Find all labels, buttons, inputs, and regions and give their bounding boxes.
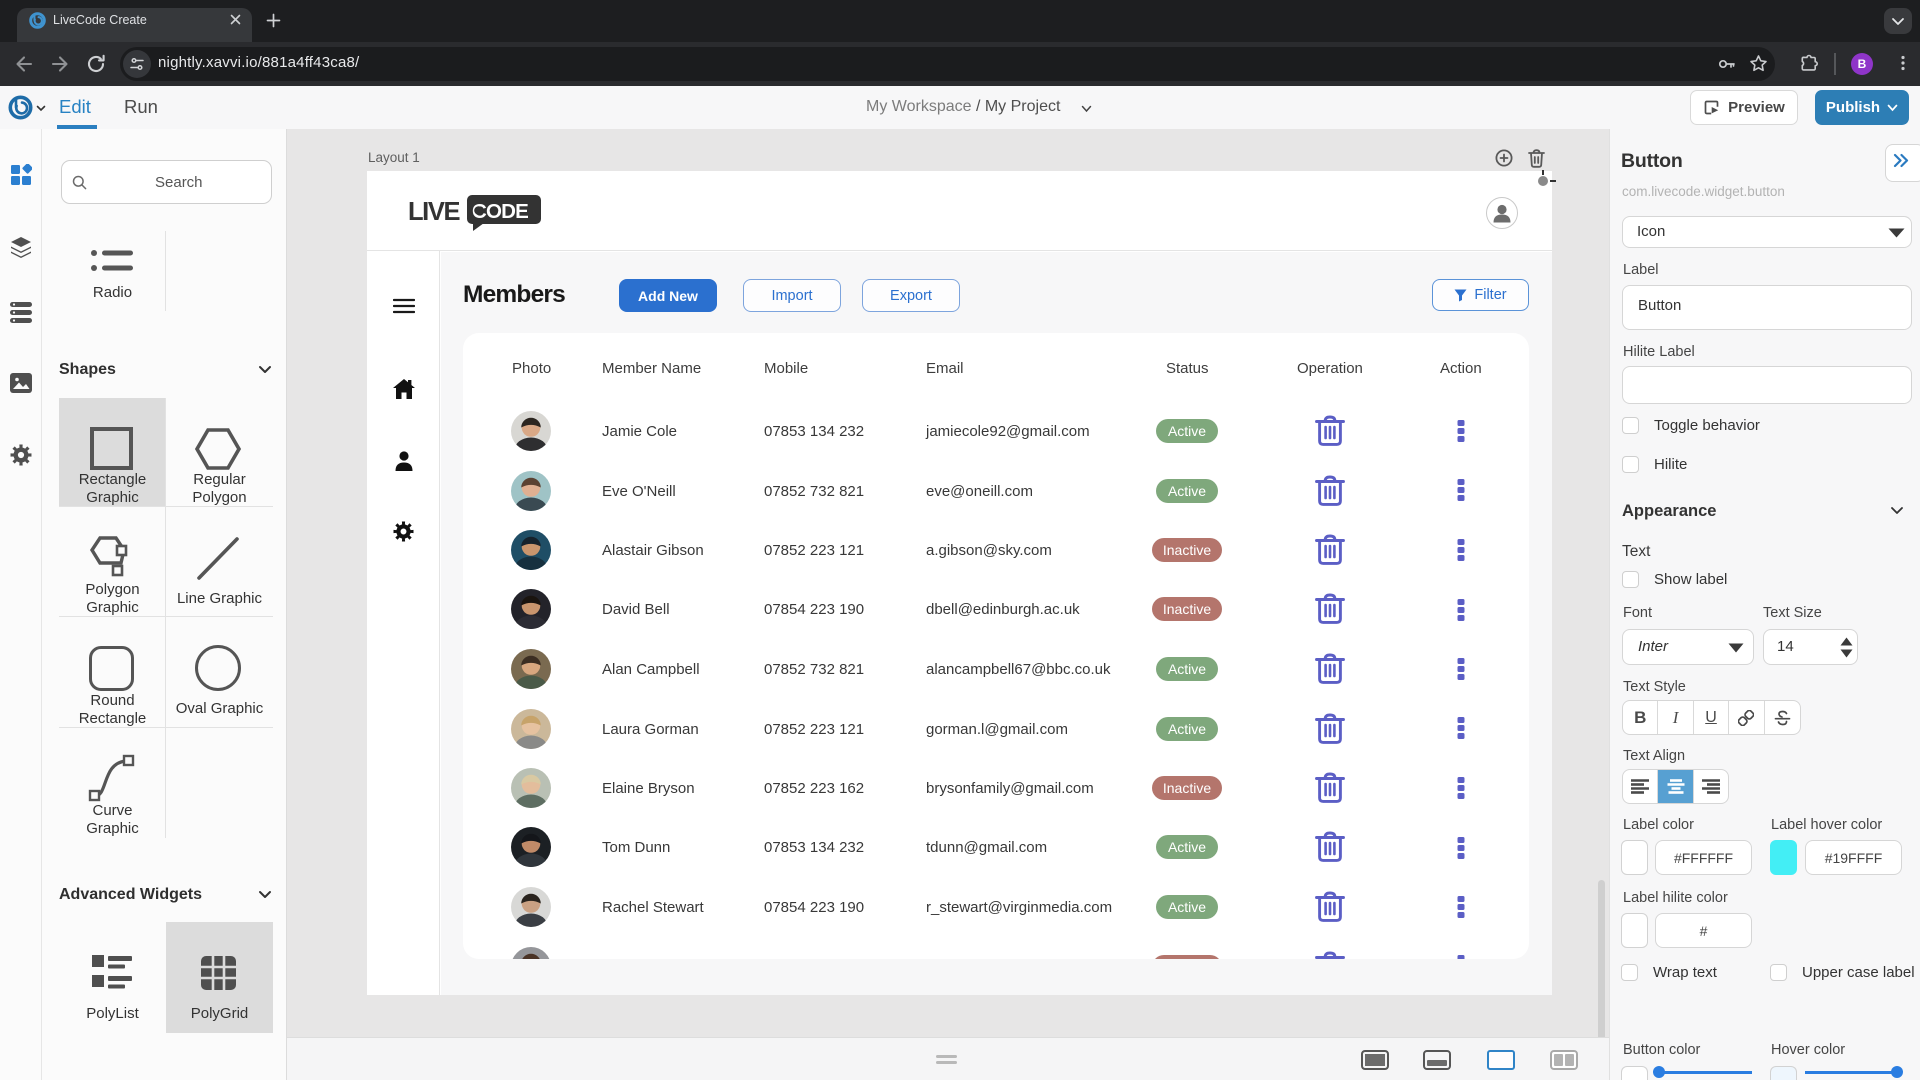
svg-text:LIVE: LIVE [408, 198, 460, 226]
